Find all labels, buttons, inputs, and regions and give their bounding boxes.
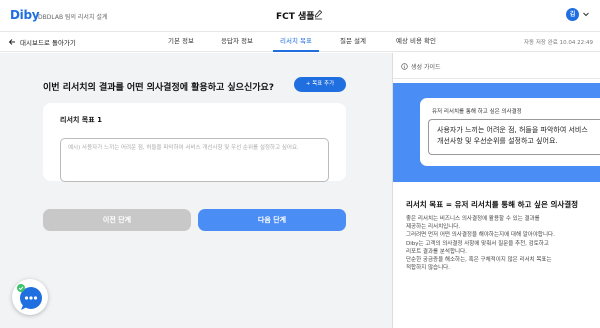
document-title: FCT 샘플	[276, 12, 315, 22]
autosave-status: 자동 저장 완료 10.04 22:49	[524, 40, 593, 46]
goal-textarea[interactable]: 예시) 사용자가 느끼는 어려운 점, 허들을 파악하여 서비스 개선사항 및 …	[60, 138, 329, 182]
tab-basic-info[interactable]: 기본 정보	[161, 32, 201, 52]
arrow-left-icon	[8, 39, 15, 45]
example-title: 유저 리서치를 통해 하고 싶은 의사결정	[432, 109, 522, 115]
top-bar: Diby DBDLAB 팀의 리서치 설계 FCT 샘플 김	[0, 0, 600, 32]
page-question: 이번 리서치의 결과를 어떤 의사결정에 활용하고 싶으신가요?	[43, 83, 275, 93]
step-navigation-bar: 대시보드로 돌아가기 기본 정보 응답자 정보 리서치 목표 질문 설계 예상 …	[0, 32, 600, 52]
tab-research-goal[interactable]: 리서치 목표	[273, 32, 319, 52]
guide-header: 생성 가이드	[393, 53, 600, 79]
guide-body-line: 제공하는 리서치입니다.	[406, 224, 461, 231]
goal-card: 리서치 목표 1 예시) 사용자가 느끼는 어려운 점, 허들을 파악하여 서비…	[43, 103, 346, 182]
guide-body-line: 좋은 리서치는 비즈니스 의사결정에 활용할 수 있는 결과를	[406, 216, 540, 222]
tab-respondent-info[interactable]: 응답자 정보	[215, 32, 259, 52]
add-goal-button[interactable]: + 목표 추가	[294, 77, 346, 92]
guide-body-line: 리포트 결과를 분석합니다.	[406, 248, 467, 255]
guide-label-text: 생성 가이드	[411, 64, 441, 71]
chat-support-button[interactable]	[12, 279, 48, 315]
goal-card-title: 리서치 목표 1	[60, 116, 102, 124]
guide-example-area: 유저 리서치를 통해 하고 싶은 의사결정 사용자가 느끼는 어려운 점, 허들…	[393, 83, 600, 182]
example-text: 사용자가 느끼는 어려운 점, 허들을 파악하여 서비스 개선사항 및 우선순위…	[428, 119, 600, 155]
diby-logo[interactable]: Diby	[10, 8, 40, 22]
user-avatar[interactable]: 김	[566, 8, 579, 21]
tab-question-design[interactable]: 질문 설계	[333, 32, 373, 52]
guide-label: 생성 가이드	[401, 62, 441, 71]
main-content: 이번 리서치의 결과를 어떤 의사결정에 활용하고 싶으신가요? + 목표 추가…	[0, 53, 392, 328]
previous-step-button[interactable]: 이전 단계	[43, 209, 191, 231]
guide-body-line: 단순한 궁금증을 해소하는, 혹은 구체적이지 않은 리서치 목표는	[406, 257, 552, 264]
info-circle-icon	[401, 63, 408, 70]
back-label: 대시보드로 돌아가기	[20, 39, 76, 47]
guide-body-line: Diby는 고객의 의사결정 사항에 맞춰서 질문을 추천, 검토하고	[406, 240, 549, 247]
chevron-down-icon[interactable]	[582, 10, 590, 18]
guide-body: 좋은 리서치는 비즈니스 의사결정에 활용할 수 있는 결과를 제공하는 리서치…	[406, 215, 592, 272]
example-card: 유저 리서치를 통해 하고 싶은 의사결정 사용자가 느끼는 어려운 점, 허들…	[420, 98, 600, 166]
guide-body-line: 적합하지 않습니다.	[406, 265, 450, 272]
next-step-button[interactable]: 다음 단계	[198, 209, 346, 231]
workspace-subtitle: DBDLAB 팀의 리서치 설계	[38, 14, 108, 21]
edit-pencil-icon[interactable]	[314, 9, 323, 20]
guide-heading: 리서치 목표 = 유저 리서치를 통해 하고 싶은 의사결정	[406, 200, 579, 209]
tab-cost-estimate[interactable]: 예상 비용 확인	[389, 32, 443, 52]
back-to-dashboard-link[interactable]: 대시보드로 돌아가기	[8, 37, 76, 47]
guide-body-line: 그러려면 먼저 어떤 의사결정을 해야하는지에 대해 알아야합니다.	[406, 232, 555, 239]
chat-bubble-icon	[17, 284, 42, 310]
